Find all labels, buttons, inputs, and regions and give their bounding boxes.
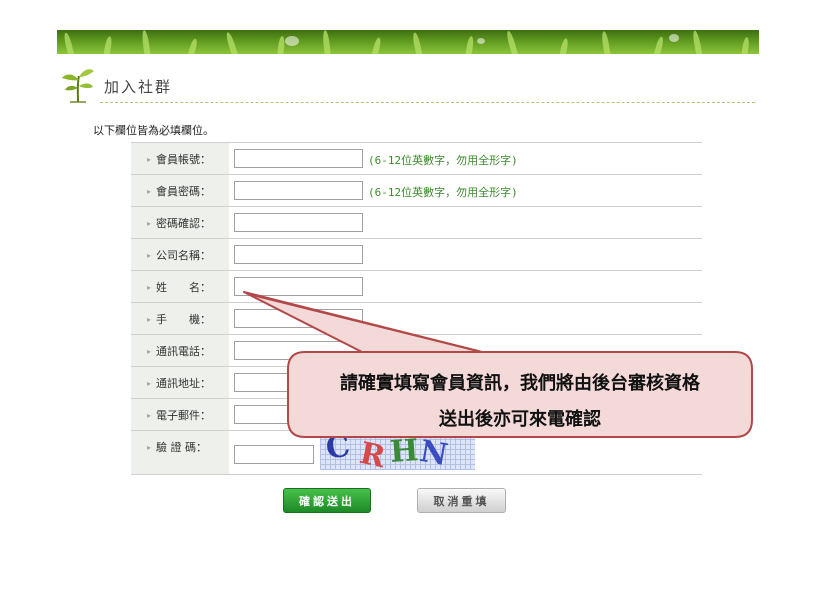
captcha-char: H: [388, 434, 420, 470]
bullet-icon: ▸: [147, 315, 152, 324]
company-input[interactable]: [234, 245, 363, 264]
captcha-image[interactable]: C R H N: [320, 434, 475, 470]
title-divider: [100, 102, 755, 103]
required-fields-note: 以下欄位皆為必填欄位。: [93, 124, 214, 137]
label-confirm-password: 密碼確認：: [156, 217, 212, 230]
bullet-icon: ▸: [147, 283, 152, 292]
label-account: 會員帳號：: [156, 153, 212, 166]
callout-text: 請確實填寫會員資訊，我們將由後台審核資格 送出後亦可來電確認: [290, 366, 750, 438]
label-name: 姓 名：: [156, 281, 212, 294]
account-input[interactable]: [234, 149, 363, 168]
label-mobile: 手 機：: [156, 313, 212, 326]
password-input[interactable]: [234, 181, 363, 200]
password-hint: (6-12位英數字，勿用全形字): [368, 186, 518, 199]
phone-input[interactable]: [234, 341, 363, 360]
bullet-icon: ▸: [147, 379, 152, 388]
sprout-icon: [62, 69, 94, 103]
label-company: 公司名稱：: [156, 249, 212, 262]
label-captcha: 驗 證 碼：: [156, 441, 208, 454]
mobile-input[interactable]: [234, 309, 363, 328]
captcha-char: R: [356, 435, 389, 470]
callout-line-1: 請確實填寫會員資訊，我們將由後台審核資格: [340, 373, 700, 394]
form-row-name: ▸ 姓 名：: [131, 271, 702, 303]
captcha-input[interactable]: [234, 445, 314, 464]
page-header: 加入社群: [60, 64, 755, 106]
confirm-password-input[interactable]: [234, 213, 363, 232]
label-address: 通訊地址：: [156, 377, 212, 390]
form-row-account: ▸ 會員帳號： (6-12位英數字，勿用全形字): [131, 143, 702, 175]
form-row-password: ▸ 會員密碼： (6-12位英數字，勿用全形字): [131, 175, 702, 207]
account-hint: (6-12位英數字，勿用全形字): [368, 154, 518, 167]
bullet-icon: ▸: [147, 411, 152, 420]
page-title: 加入社群: [104, 78, 173, 96]
bullet-icon: ▸: [147, 443, 152, 452]
label-email: 電子郵件：: [156, 409, 212, 422]
bullet-icon: ▸: [147, 155, 152, 164]
bullet-icon: ▸: [147, 347, 152, 356]
bullet-icon: ▸: [147, 187, 152, 196]
name-input[interactable]: [234, 277, 363, 296]
form-row-confirm-password: ▸ 密碼確認：: [131, 207, 702, 239]
header-banner: [57, 30, 759, 54]
callout-line-2: 送出後亦可來電確認: [439, 409, 601, 430]
bullet-icon: ▸: [147, 219, 152, 228]
label-password: 會員密碼：: [156, 185, 212, 198]
captcha-char: C: [323, 434, 353, 467]
bullet-icon: ▸: [147, 251, 152, 260]
captcha-char: N: [417, 434, 451, 470]
form-row-mobile: ▸ 手 機：: [131, 303, 702, 335]
form-row-company: ▸ 公司名稱：: [131, 239, 702, 271]
submit-button[interactable]: 確認送出: [283, 488, 371, 513]
form-row-phone: ▸ 通訊電話：: [131, 335, 702, 367]
label-phone: 通訊電話：: [156, 345, 212, 358]
reset-button[interactable]: 取消重填: [417, 488, 506, 513]
